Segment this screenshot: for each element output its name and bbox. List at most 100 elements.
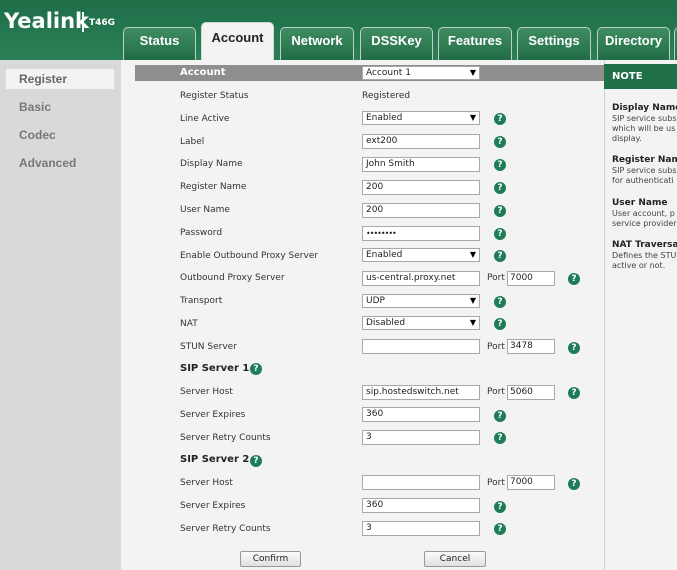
outbound-enable-value: Enabled xyxy=(366,250,403,260)
help-icon[interactable]: ? xyxy=(494,501,506,513)
port-label: Port xyxy=(487,387,505,397)
display-name-label: Display Name xyxy=(180,159,243,169)
tab-account[interactable]: Account xyxy=(201,22,274,60)
chevron-down-icon: ▼ xyxy=(469,113,476,122)
sip2-expires-input[interactable]: 360 xyxy=(362,498,480,513)
transport-value: UDP xyxy=(366,296,385,306)
tab-features[interactable]: Features xyxy=(438,27,512,60)
user-name-label: User Name xyxy=(180,205,230,215)
help-icon[interactable]: ? xyxy=(494,159,506,171)
help-icon[interactable]: ? xyxy=(250,363,262,375)
chevron-down-icon: ▼ xyxy=(469,68,476,77)
chevron-down-icon: ▼ xyxy=(469,318,476,327)
note-text: service provider xyxy=(612,219,677,228)
user-name-input[interactable]: 200 xyxy=(362,203,480,218)
help-icon[interactable]: ? xyxy=(494,410,506,422)
tab-directory[interactable]: Directory xyxy=(597,27,670,60)
sip1-retry-input[interactable]: 3 xyxy=(362,430,480,445)
tab-settings[interactable]: Settings xyxy=(517,27,591,60)
transport-label: Transport xyxy=(180,296,223,306)
cancel-button[interactable]: Cancel xyxy=(424,551,486,567)
register-status-label: Register Status xyxy=(180,91,249,101)
outbound-port-input[interactable]: 7000 xyxy=(507,271,555,286)
stun-port-input[interactable]: 3478 xyxy=(507,339,555,354)
sidebar-item-advanced[interactable]: Advanced xyxy=(6,153,114,173)
label-label: Label xyxy=(180,137,205,147)
help-icon[interactable]: ? xyxy=(494,182,506,194)
stun-server-label: STUN Server xyxy=(180,342,237,352)
nat-select[interactable]: Disabled ▼ xyxy=(362,316,480,330)
outbound-enable-select[interactable]: Enabled ▼ xyxy=(362,248,480,262)
password-label: Password xyxy=(180,228,223,238)
help-icon[interactable]: ? xyxy=(568,387,580,399)
account-select[interactable]: Account 1 ▼ xyxy=(362,66,480,80)
sidebar-item-register[interactable]: Register xyxy=(6,69,114,89)
help-icon[interactable]: ? xyxy=(250,455,262,467)
register-name-input[interactable]: 200 xyxy=(362,180,480,195)
sip-server-2-title: SIP Server 2 xyxy=(180,454,250,465)
help-icon[interactable]: ? xyxy=(494,228,506,240)
sip1-expires-label: Server Expires xyxy=(180,410,246,420)
sip-server-1-title: SIP Server 1 xyxy=(180,363,250,374)
sip1-port-input[interactable]: 5060 xyxy=(507,385,555,400)
password-input[interactable]: •••••••• xyxy=(362,226,480,241)
port-label: Port xyxy=(487,478,505,488)
brand-logo: Yealink xyxy=(4,9,90,33)
sip2-port-input[interactable]: 7000 xyxy=(507,475,555,490)
register-name-label: Register Name xyxy=(180,182,247,192)
help-icon[interactable]: ? xyxy=(494,523,506,535)
sip2-retry-label: Server Retry Counts xyxy=(180,524,271,534)
register-status-value: Registered xyxy=(362,91,411,101)
help-icon[interactable]: ? xyxy=(568,342,580,354)
confirm-button[interactable]: Confirm xyxy=(240,551,301,567)
sip2-retry-input[interactable]: 3 xyxy=(362,521,480,536)
line-active-label: Line Active xyxy=(180,114,230,124)
nat-label: NAT xyxy=(180,319,198,329)
chevron-down-icon: ▼ xyxy=(469,250,476,259)
sidebar-item-basic[interactable]: Basic xyxy=(6,97,114,117)
nat-value: Disabled xyxy=(366,318,406,328)
sip2-host-label: Server Host xyxy=(180,478,233,488)
transport-select[interactable]: UDP ▼ xyxy=(362,294,480,308)
help-icon[interactable]: ? xyxy=(494,250,506,262)
help-icon[interactable]: ? xyxy=(494,205,506,217)
tab-status[interactable]: Status xyxy=(123,27,196,60)
stun-server-input[interactable] xyxy=(362,339,480,354)
note-text: display. xyxy=(612,134,642,143)
line-active-value: Enabled xyxy=(366,113,403,123)
label-input[interactable]: ext200 xyxy=(362,134,480,149)
help-icon[interactable]: ? xyxy=(494,318,506,330)
sip2-host-input[interactable] xyxy=(362,475,480,490)
sip1-host-input[interactable]: sip.hostedswitch.net xyxy=(362,385,480,400)
tab-network[interactable]: Network xyxy=(280,27,354,60)
outbound-server-label: Outbound Proxy Server xyxy=(180,273,285,283)
note-heading: Register Name xyxy=(612,155,677,165)
note-heading: User Name xyxy=(612,198,668,208)
note-text: SIP service subs xyxy=(612,114,677,123)
sip2-expires-label: Server Expires xyxy=(180,501,246,511)
outbound-server-input[interactable]: us-central.proxy.net xyxy=(362,271,480,286)
account-select-value: Account 1 xyxy=(366,68,411,78)
help-icon[interactable]: ? xyxy=(494,296,506,308)
note-text: SIP service subs xyxy=(612,166,677,175)
help-icon[interactable]: ? xyxy=(494,136,506,148)
brand-model: T46G xyxy=(89,18,116,28)
help-icon[interactable]: ? xyxy=(494,113,506,125)
port-label: Port xyxy=(487,273,505,283)
sip1-host-label: Server Host xyxy=(180,387,233,397)
port-label: Port xyxy=(487,342,505,352)
account-header-label: Account xyxy=(180,67,226,78)
tab-dsskey[interactable]: DSSKey xyxy=(360,27,433,60)
help-icon[interactable]: ? xyxy=(494,432,506,444)
chevron-down-icon: ▼ xyxy=(469,296,476,305)
note-heading: NAT Traversal xyxy=(612,240,677,250)
note-heading: Display Name xyxy=(612,103,677,113)
display-name-input[interactable]: John Smith xyxy=(362,157,480,172)
help-icon[interactable]: ? xyxy=(568,273,580,285)
sip1-expires-input[interactable]: 360 xyxy=(362,407,480,422)
line-active-select[interactable]: Enabled ▼ xyxy=(362,111,480,125)
help-icon[interactable]: ? xyxy=(568,478,580,490)
note-text: Defines the STU xyxy=(612,251,677,260)
note-text: for authenticati xyxy=(612,176,674,185)
sidebar-item-codec[interactable]: Codec xyxy=(6,125,114,145)
